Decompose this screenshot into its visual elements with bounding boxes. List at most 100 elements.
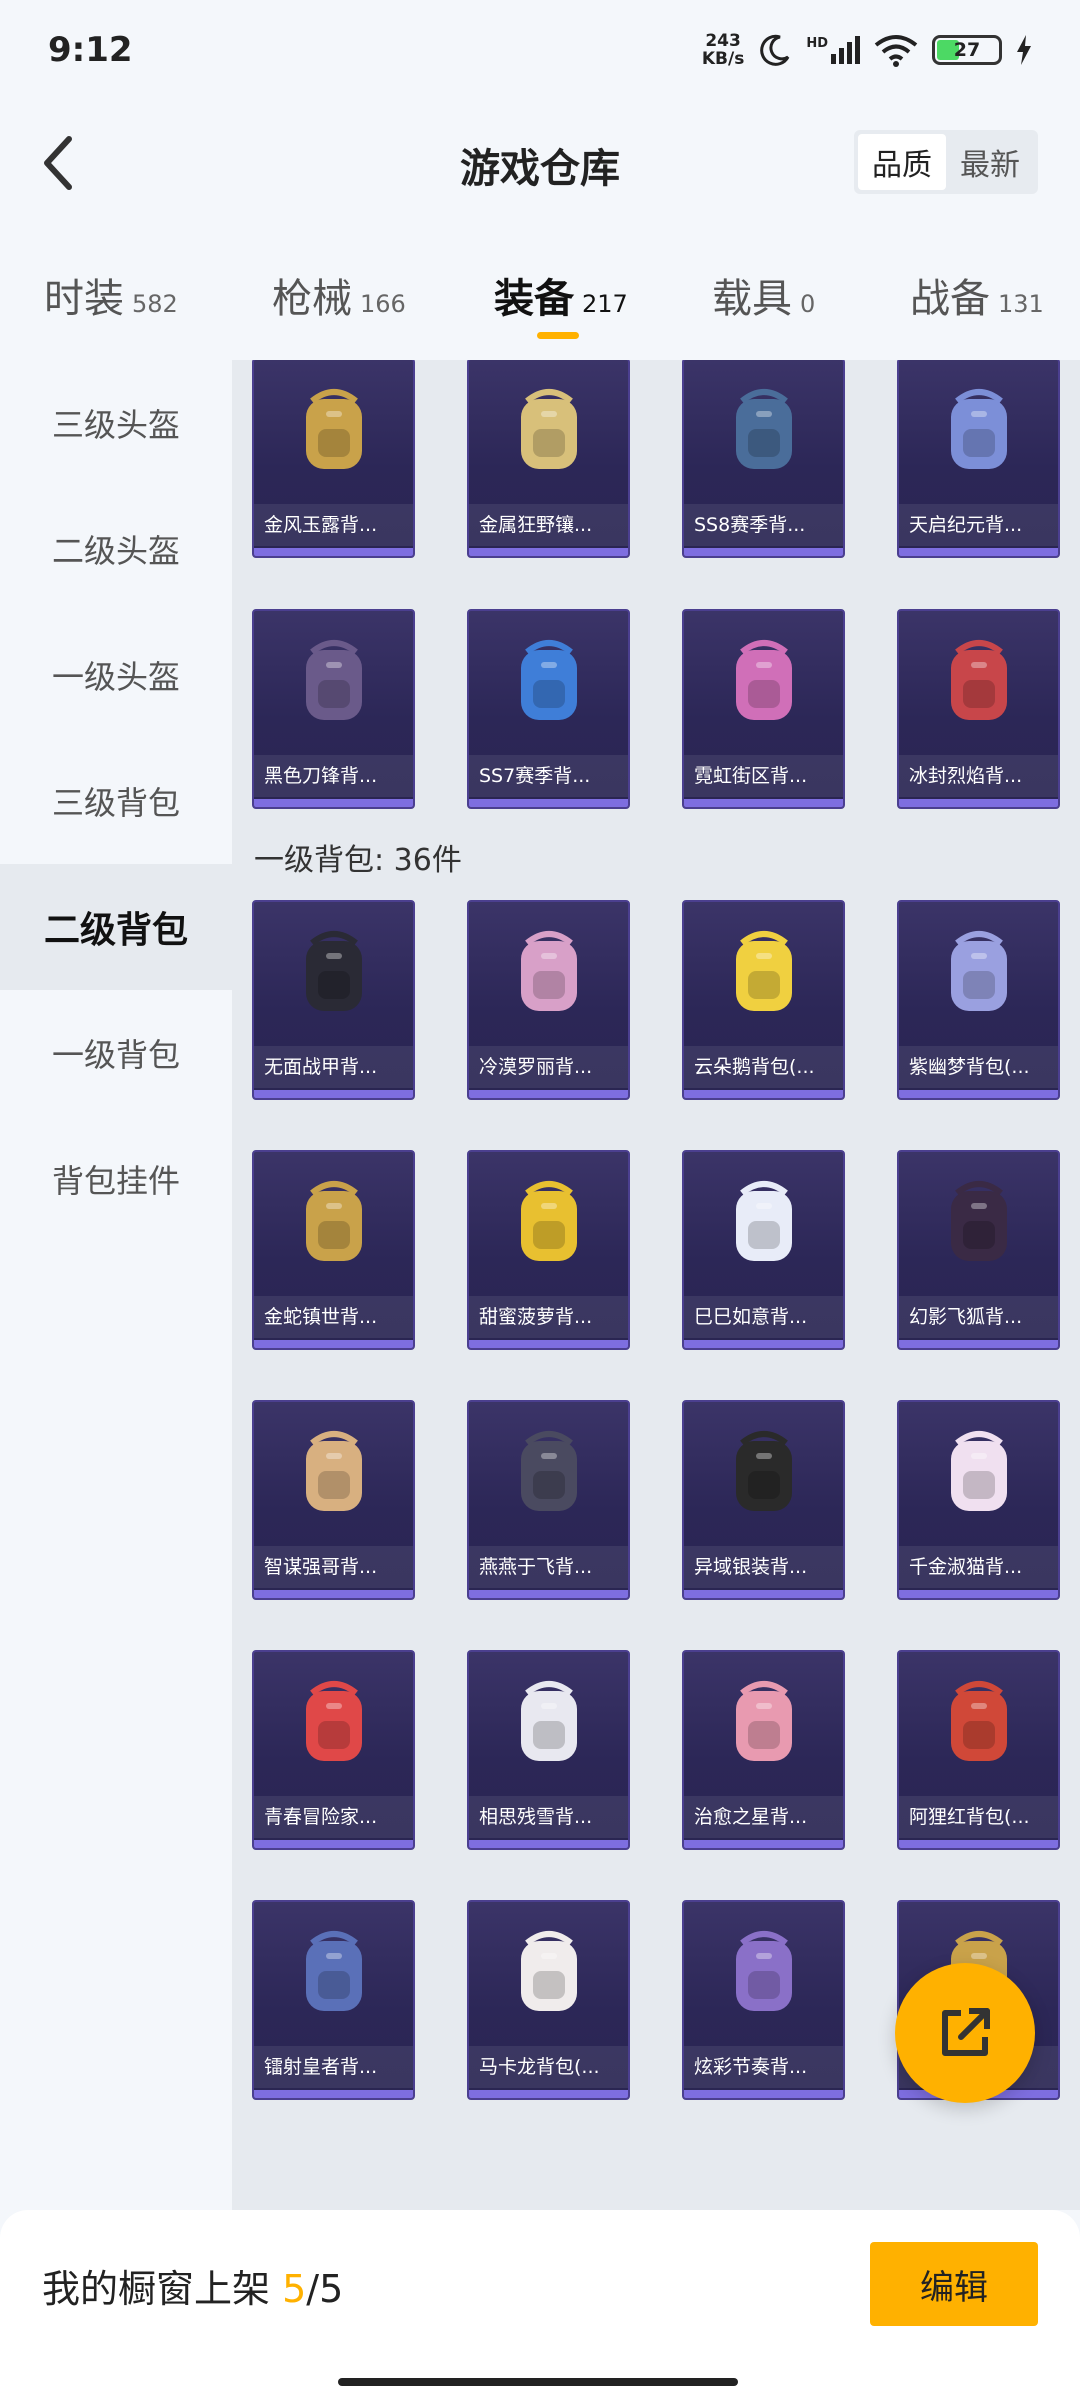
status-icons: 243 KB/s HD 27: [702, 32, 1032, 68]
item-name: 云朵鹅背包(...: [684, 1046, 843, 1088]
item-name: 黑色刀锋背...: [254, 755, 413, 797]
item-name: SS8赛季背...: [684, 504, 843, 546]
backpack-icon: [899, 1152, 1058, 1298]
sort-quality-option[interactable]: 品质: [858, 134, 946, 190]
item-card[interactable]: 黑色刀锋背...: [252, 609, 415, 809]
item-card[interactable]: 金蛇镇世背...: [252, 1150, 415, 1350]
moon-icon: [760, 34, 790, 66]
item-card[interactable]: 金风玉露背...: [252, 360, 415, 558]
sidebar-item-backpack-charms[interactable]: 背包挂件: [0, 1116, 232, 1242]
item-card[interactable]: 炫彩节奏背...: [682, 1900, 845, 2100]
item-name: 天启纪元背...: [899, 504, 1058, 546]
sidebar-item-helmet-2[interactable]: 二级头盔: [0, 486, 232, 612]
item-card[interactable]: 青春冒险家...: [252, 1650, 415, 1850]
tab-supplies[interactable]: 战备 131: [910, 266, 1044, 324]
item-card[interactable]: 阿狸红背包(...: [897, 1650, 1060, 1850]
item-card[interactable]: 燕燕于飞背...: [467, 1400, 630, 1600]
tab-weapons[interactable]: 枪械 166: [272, 266, 406, 324]
item-name: 金属狂野镶...: [469, 504, 628, 546]
item-name: 千金淑猫背...: [899, 1546, 1058, 1588]
rarity-stripe: [899, 1340, 1058, 1348]
backpack-icon: [254, 611, 413, 757]
item-name: 治愈之星背...: [684, 1796, 843, 1838]
back-arrow-icon: [44, 136, 72, 190]
backpack-icon: [684, 1402, 843, 1548]
item-card[interactable]: 甜蜜菠萝背...: [467, 1150, 630, 1350]
item-card[interactable]: 巳巳如意背...: [682, 1150, 845, 1350]
edit-button[interactable]: 编辑: [870, 2242, 1038, 2326]
rarity-stripe: [899, 1840, 1058, 1848]
back-button[interactable]: [22, 128, 92, 198]
backpack-icon: [684, 360, 843, 506]
item-card[interactable]: 智谋强哥背...: [252, 1400, 415, 1600]
rarity-stripe: [469, 2090, 628, 2098]
rarity-stripe: [899, 1590, 1058, 1598]
rarity-stripe: [254, 548, 413, 556]
item-card[interactable]: SS8赛季背...: [682, 360, 845, 558]
item-card[interactable]: 千金淑猫背...: [897, 1400, 1060, 1600]
share-button[interactable]: [895, 1963, 1035, 2103]
rarity-stripe: [469, 799, 628, 807]
tab-equipment[interactable]: 装备 217: [494, 266, 628, 324]
sort-newest-option[interactable]: 最新: [946, 134, 1034, 190]
item-card[interactable]: 冷漠罗丽背...: [467, 900, 630, 1100]
sidebar-item-backpack-3[interactable]: 三级背包: [0, 738, 232, 864]
tab-vehicles[interactable]: 载具 0: [712, 266, 815, 324]
rarity-stripe: [684, 1840, 843, 1848]
sort-toggle: 品质 最新: [854, 130, 1038, 194]
rarity-stripe: [899, 799, 1058, 807]
battery-icon: 27: [932, 35, 1002, 65]
backpack-icon: [254, 902, 413, 1048]
item-name: 冷漠罗丽背...: [469, 1046, 628, 1088]
item-card[interactable]: 治愈之星背...: [682, 1650, 845, 1850]
backpack-icon: [469, 1902, 628, 2048]
status-time: 9:12: [48, 30, 133, 70]
item-name: 智谋强哥背...: [254, 1546, 413, 1588]
rarity-stripe: [684, 548, 843, 556]
item-card[interactable]: 云朵鹅背包(...: [682, 900, 845, 1100]
item-card[interactable]: 紫幽梦背包(...: [897, 900, 1060, 1100]
item-card[interactable]: 天启纪元背...: [897, 360, 1060, 558]
item-name: SS7赛季背...: [469, 755, 628, 797]
rarity-stripe: [469, 1340, 628, 1348]
item-name: 炫彩节奏背...: [684, 2046, 843, 2088]
item-card[interactable]: 马卡龙背包(...: [467, 1900, 630, 2100]
backpack-icon: [684, 1902, 843, 2048]
rarity-stripe: [469, 1090, 628, 1098]
charging-icon: [1017, 35, 1031, 65]
backpack-icon: [899, 902, 1058, 1048]
grid-row: 无面战甲背... 冷漠罗丽背... 云朵鹅背包(... 紫幽梦背包(...: [252, 900, 1072, 1100]
rarity-stripe: [899, 1090, 1058, 1098]
item-name: 无面战甲背...: [254, 1046, 413, 1088]
item-card[interactable]: 无面战甲背...: [252, 900, 415, 1100]
rarity-stripe: [254, 2090, 413, 2098]
item-card[interactable]: 镭射皇者背...: [252, 1900, 415, 2100]
sidebar-item-backpack-2[interactable]: 二级背包: [0, 864, 232, 990]
item-card[interactable]: 霓虹街区背...: [682, 609, 845, 809]
rarity-stripe: [899, 548, 1058, 556]
item-name: 青春冒险家...: [254, 1796, 413, 1838]
backpack-icon: [684, 1652, 843, 1798]
grid-row: 智谋强哥背... 燕燕于飞背... 异域银装背... 千金淑猫背...: [252, 1400, 1072, 1600]
rarity-stripe: [684, 1090, 843, 1098]
net-speed: 243 KB/s: [701, 31, 745, 69]
rarity-stripe: [684, 1590, 843, 1598]
backpack-icon: [254, 360, 413, 506]
wifi-icon: [874, 35, 918, 67]
item-card[interactable]: 相思残雪背...: [467, 1650, 630, 1850]
sidebar-item-backpack-1[interactable]: 一级背包: [0, 990, 232, 1116]
item-name: 巳巳如意背...: [684, 1296, 843, 1338]
tab-fashion[interactable]: 时装 582: [44, 266, 178, 324]
grid-row: 金风玉露背... 金属狂野镶... SS8赛季背... 天启纪元背...: [252, 360, 1072, 558]
backpack-icon: [469, 1652, 628, 1798]
item-card[interactable]: 幻影飞狐背...: [897, 1150, 1060, 1350]
sidebar-item-helmet-3[interactable]: 三级头盔: [0, 360, 232, 486]
item-card[interactable]: 异域银装背...: [682, 1400, 845, 1600]
item-card[interactable]: SS7赛季背...: [467, 609, 630, 809]
sidebar-item-helmet-1[interactable]: 一级头盔: [0, 612, 232, 738]
active-tab-indicator: [537, 332, 579, 339]
rarity-stripe: [254, 1590, 413, 1598]
item-card[interactable]: 冰封烈焰背...: [897, 609, 1060, 809]
item-name: 镭射皇者背...: [254, 2046, 413, 2088]
item-card[interactable]: 金属狂野镶...: [467, 360, 630, 558]
